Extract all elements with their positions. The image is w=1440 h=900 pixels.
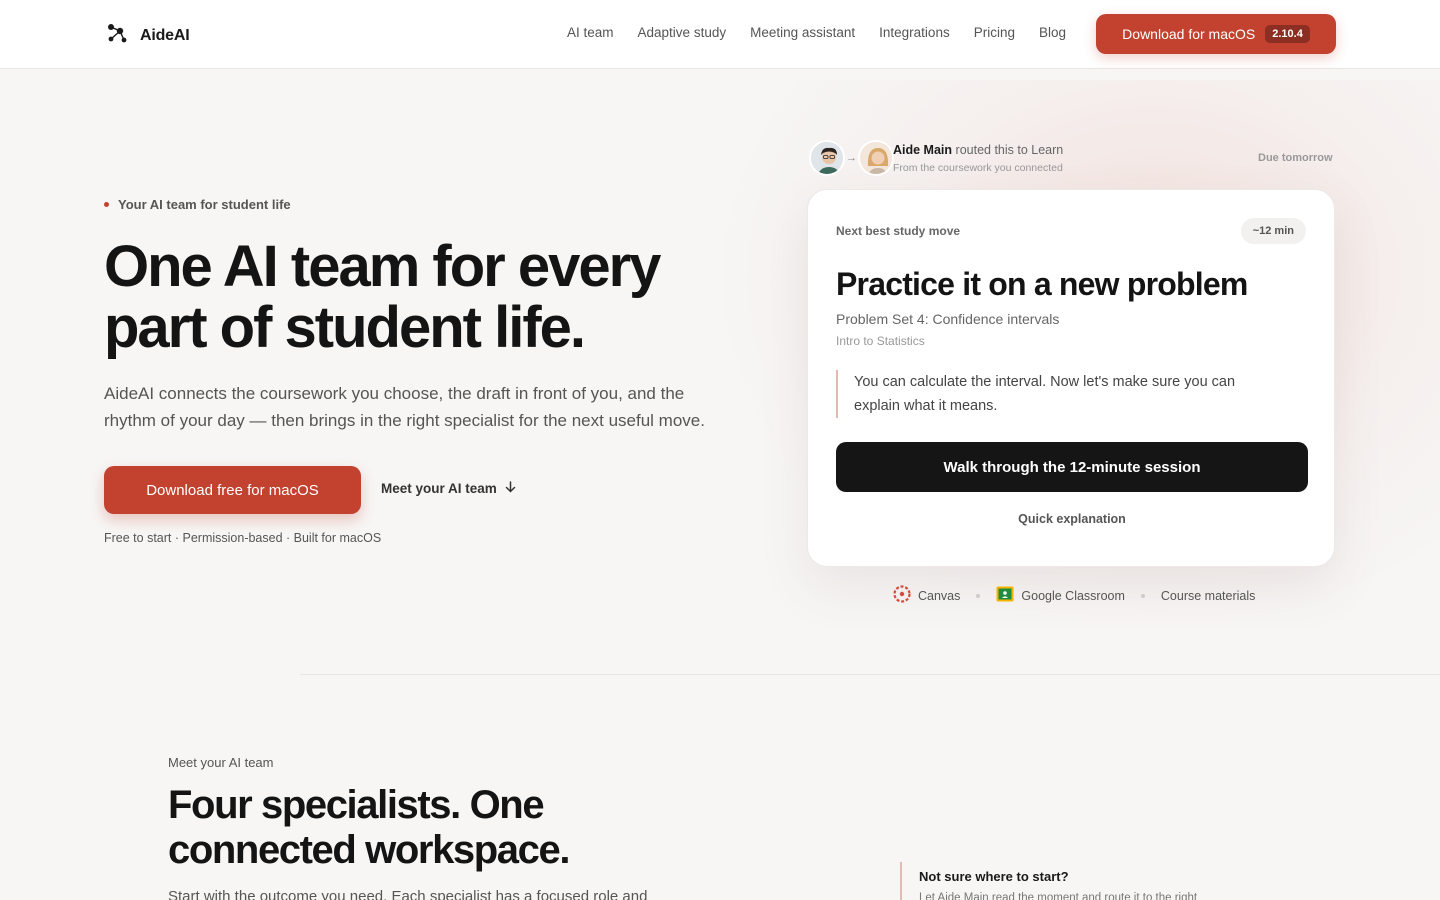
integration-canvas: Canvas (893, 585, 960, 606)
top-nav: AideAI AI team Adaptive study Meeting as… (0, 0, 1440, 69)
google-classroom-icon (996, 585, 1014, 606)
card-course: Intro to Statistics (836, 334, 925, 348)
routing-avatars: → (809, 140, 894, 176)
integration-label: Google Classroom (1021, 588, 1125, 603)
nav-link-adaptive-study[interactable]: Adaptive study (638, 25, 727, 40)
brand-name: AideAI (140, 26, 190, 44)
routing-action: routed this to Learn (955, 143, 1064, 157)
hero-title: One AI team for every part of student li… (104, 234, 661, 360)
duration-pill: ~12 min (1240, 218, 1306, 244)
nav-link-ai-team[interactable]: AI team (567, 25, 614, 40)
hero-download-button[interactable]: Download free for macOS (104, 466, 361, 514)
hero-subtitle: AideAI connects the coursework you choos… (104, 384, 705, 430)
section-title: Four specialists. One connected workspac… (168, 783, 570, 872)
section-subtitle: Start with the outcome you need. Each sp… (168, 888, 648, 900)
start-session-button[interactable]: Walk through the 12-minute session (836, 442, 1308, 492)
integration-label: Canvas (918, 588, 961, 603)
logo-icon (106, 22, 128, 49)
card-eyebrow: Next best study move (836, 224, 961, 238)
avatar (809, 140, 845, 176)
hero-eyebrow-label: Your AI team for student life (118, 197, 291, 212)
version-badge: 2.10.4 (1265, 25, 1310, 43)
nav-links: AI team Adaptive study Meeting assistant… (567, 25, 1066, 40)
nav-link-integrations[interactable]: Integrations (879, 25, 950, 40)
card-quote: You can calculate the interval. Now let'… (836, 370, 1266, 418)
quick-explanation-link[interactable]: Quick explanation (808, 512, 1336, 526)
integration-label: Course materials (1160, 588, 1256, 603)
nav-download-label: Download for macOS (1122, 26, 1256, 42)
hero-footnote: Free to start · Permission-based · Built… (104, 531, 382, 545)
aside-title: Not sure where to start? (919, 869, 1069, 884)
aside-subtitle: Let Aide Main read the moment and route … (919, 892, 1198, 900)
meet-team-link[interactable]: Meet your AI team (381, 481, 516, 496)
integration-google-classroom: Google Classroom (996, 585, 1125, 606)
routing-source: From the coursework you connected (893, 162, 1063, 174)
integration-course-materials: Course materials (1161, 589, 1255, 603)
separator-dot (1140, 593, 1145, 598)
avatar (858, 140, 894, 176)
nav-link-pricing[interactable]: Pricing (974, 25, 1015, 40)
nav-link-blog[interactable]: Blog (1039, 25, 1066, 40)
section-eyebrow: Meet your AI team (168, 755, 274, 770)
arrow-down-icon (505, 481, 516, 496)
card-title: Practice it on a new problem (836, 266, 1248, 302)
meet-team-label: Meet your AI team (381, 481, 497, 496)
due-label: Due tomorrow (1258, 152, 1333, 164)
section-divider (300, 674, 1440, 675)
routing-agent: Aide Main (893, 143, 953, 157)
not-sure-aside: Not sure where to start? Let Aide Main r… (900, 862, 1197, 900)
routing-line: Aide Main routed this to Learn (893, 143, 1063, 157)
integrations-row: Canvas Google Classroom Course materials (893, 585, 1255, 606)
eyebrow-dot (104, 202, 109, 207)
separator-dot (976, 593, 981, 598)
nav-link-meeting-assistant[interactable]: Meeting assistant (750, 25, 855, 40)
canvas-icon (893, 585, 911, 606)
card-assignment: Problem Set 4: Confidence intervals (836, 311, 1060, 327)
nav-download-button[interactable]: Download for macOS 2.10.4 (1096, 14, 1336, 54)
hero-eyebrow: Your AI team for student life (104, 197, 291, 212)
brand[interactable]: AideAI (106, 22, 190, 49)
arrow-right-icon: → (846, 152, 857, 164)
study-move-card: Next best study move ~12 min Practice it… (807, 189, 1335, 567)
